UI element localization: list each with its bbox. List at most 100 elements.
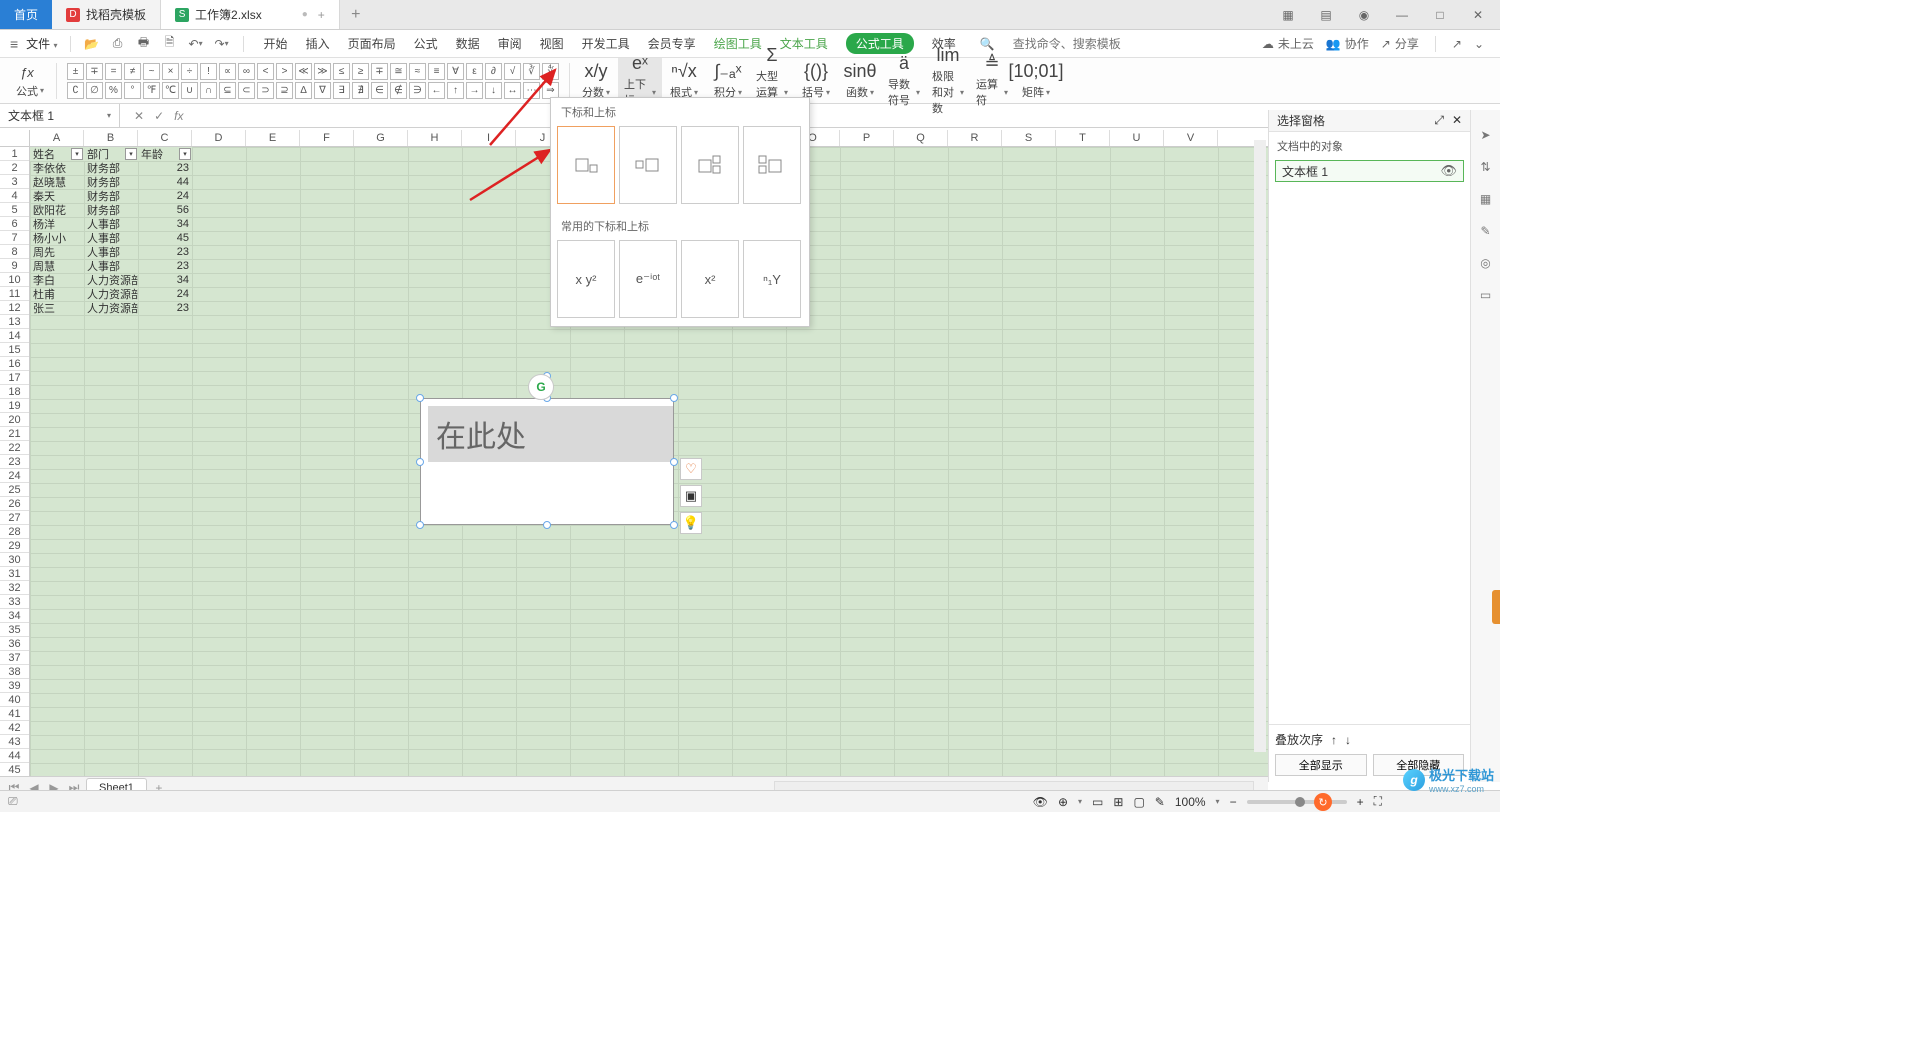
- pane-pin-icon[interactable]: ⤢: [1434, 113, 1444, 128]
- strip-select-icon[interactable]: ➤: [1477, 126, 1495, 144]
- symbol-btn[interactable]: →: [466, 82, 483, 99]
- symbol-btn[interactable]: ↓: [485, 82, 502, 99]
- resize-handle-w[interactable]: [416, 458, 424, 466]
- symbol-btn[interactable]: ∃: [333, 82, 350, 99]
- col-header[interactable]: R: [948, 130, 1002, 146]
- row-header[interactable]: 44: [0, 749, 29, 763]
- col-header[interactable]: H: [408, 130, 462, 146]
- table-cell[interactable]: 人力资源部: [84, 301, 138, 315]
- name-box[interactable]: 文本框 1 ▾: [0, 104, 120, 127]
- table-cell[interactable]: 24: [138, 287, 192, 301]
- strip-grid-icon[interactable]: ▦: [1477, 190, 1495, 208]
- symbol-btn[interactable]: ±: [67, 63, 84, 80]
- row-header[interactable]: 35: [0, 623, 29, 637]
- row-header[interactable]: 36: [0, 637, 29, 651]
- menu-formula-tools[interactable]: 公式工具: [846, 33, 914, 54]
- row-header[interactable]: 11: [0, 287, 29, 301]
- row-header[interactable]: 23: [0, 455, 29, 469]
- symbol-btn[interactable]: ⊃: [257, 82, 274, 99]
- row-header[interactable]: 29: [0, 539, 29, 553]
- wrench-icon[interactable]: ↗: [1452, 37, 1462, 51]
- strip-phone-icon[interactable]: ▭: [1477, 286, 1495, 304]
- status-view2-icon[interactable]: ⊞: [1113, 795, 1123, 809]
- table-cell[interactable]: 欧阳花: [30, 203, 84, 217]
- table-cell[interactable]: 人力资源部: [84, 273, 138, 287]
- symbol-btn[interactable]: ≪: [295, 63, 312, 80]
- status-eye-icon[interactable]: 👁: [1033, 795, 1048, 809]
- hamburger-icon[interactable]: ≡: [10, 36, 18, 52]
- resize-handle-s[interactable]: [543, 521, 551, 529]
- symbol-btn[interactable]: ≤: [333, 63, 350, 80]
- col-header[interactable]: F: [300, 130, 354, 146]
- symbol-btn[interactable]: ⊇: [276, 82, 293, 99]
- row-header[interactable]: 37: [0, 651, 29, 665]
- row-header[interactable]: 8: [0, 245, 29, 259]
- row-header[interactable]: 30: [0, 553, 29, 567]
- menu-review[interactable]: 审阅: [498, 35, 522, 52]
- ribbon-运算符[interactable]: ≜运算符▾: [970, 58, 1014, 103]
- script-option-3[interactable]: [681, 126, 739, 204]
- symbol-btn[interactable]: ε: [466, 63, 483, 80]
- table-cell[interactable]: 24: [138, 189, 192, 203]
- table-cell[interactable]: 人事部: [84, 231, 138, 245]
- row-header[interactable]: 31: [0, 567, 29, 581]
- symbol-btn[interactable]: ≫: [314, 63, 331, 80]
- symbol-btn[interactable]: ∄: [352, 82, 369, 99]
- menu-insert[interactable]: 插入: [306, 35, 330, 52]
- table-cell[interactable]: 23: [138, 161, 192, 175]
- table-cell[interactable]: 23: [138, 259, 192, 273]
- script-option-4[interactable]: [743, 126, 801, 204]
- table-header[interactable]: 姓名▾: [30, 147, 84, 161]
- menu-formula[interactable]: 公式: [414, 35, 438, 52]
- zoom-out-icon[interactable]: −: [1230, 795, 1237, 809]
- row-header[interactable]: 38: [0, 665, 29, 679]
- home-tab[interactable]: 首页: [0, 0, 52, 29]
- new-tab-button[interactable]: +: [340, 0, 372, 29]
- col-header[interactable]: U: [1110, 130, 1164, 146]
- show-all-button[interactable]: 全部显示: [1275, 754, 1367, 776]
- menu-member[interactable]: 会员专享: [648, 35, 696, 52]
- row-header[interactable]: 45: [0, 763, 29, 777]
- script-option-1[interactable]: [557, 126, 615, 204]
- redo-icon[interactable]: ↷▾: [213, 35, 231, 53]
- symbol-btn[interactable]: ⋯: [523, 82, 540, 99]
- symbol-btn[interactable]: ≠: [124, 63, 141, 80]
- script-option-2[interactable]: [619, 126, 677, 204]
- move-down-icon[interactable]: ↓: [1345, 733, 1351, 747]
- symbol-btn[interactable]: ∩: [200, 82, 217, 99]
- resize-handle-ne[interactable]: [670, 394, 678, 402]
- row-header[interactable]: 12: [0, 301, 29, 315]
- symbol-btn[interactable]: !: [200, 63, 217, 80]
- symbol-btn[interactable]: ↑: [447, 82, 464, 99]
- symbol-btn[interactable]: ∅: [86, 82, 103, 99]
- table-cell[interactable]: 赵晓慧: [30, 175, 84, 189]
- name-box-arrow-icon[interactable]: ▾: [107, 111, 111, 120]
- preview-icon[interactable]: 🗎: [161, 35, 179, 53]
- symbol-btn[interactable]: ~: [143, 63, 160, 80]
- col-header[interactable]: G: [354, 130, 408, 146]
- row-header[interactable]: 33: [0, 595, 29, 609]
- col-header[interactable]: S: [1002, 130, 1056, 146]
- row-header[interactable]: 4: [0, 189, 29, 203]
- template-tab[interactable]: D 找稻壳模板: [52, 0, 161, 29]
- table-cell[interactable]: 周慧: [30, 259, 84, 273]
- col-header[interactable]: A: [30, 130, 84, 146]
- print-icon[interactable]: 🖶: [135, 35, 153, 53]
- row-header[interactable]: 14: [0, 329, 29, 343]
- row-header[interactable]: 19: [0, 399, 29, 413]
- heart-icon[interactable]: ♡: [680, 458, 702, 480]
- row-header[interactable]: 24: [0, 469, 29, 483]
- undo-icon[interactable]: ↶▾: [187, 35, 205, 53]
- symbol-btn[interactable]: ←: [428, 82, 445, 99]
- close-window-icon[interactable]: ✕: [1464, 1, 1492, 29]
- ribbon-极限和对数[interactable]: lim极限和对数▾: [926, 58, 970, 103]
- filter-icon[interactable]: ▾: [71, 148, 83, 160]
- symbol-btn[interactable]: ∈: [371, 82, 388, 99]
- table-cell[interactable]: 44: [138, 175, 192, 189]
- col-header[interactable]: C: [138, 130, 192, 146]
- table-cell[interactable]: 张三: [30, 301, 84, 315]
- textbox-content[interactable]: 在此处: [428, 406, 673, 462]
- record-icon[interactable]: ⎚: [8, 794, 18, 809]
- symbol-btn[interactable]: ∛: [523, 63, 540, 80]
- symbol-btn[interactable]: ⇒: [542, 82, 559, 99]
